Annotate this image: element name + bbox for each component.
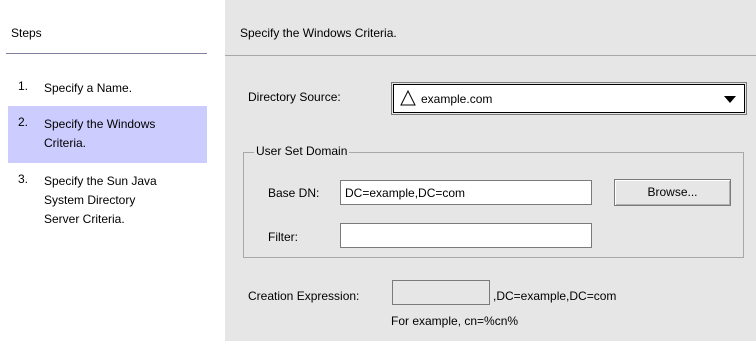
creation-expression-suffix: ,DC=example,DC=com [493, 289, 617, 303]
header-divider [225, 55, 756, 56]
creation-expression-example: For example, cn=%cn% [391, 314, 519, 328]
steps-title: Steps [11, 26, 42, 40]
directory-source-select[interactable]: example.com [391, 82, 747, 115]
steps-panel [0, 0, 214, 341]
step-label: Specify a Name. [44, 81, 133, 95]
step-number: 2. [18, 115, 29, 129]
browse-button[interactable]: Browse... [614, 179, 731, 206]
page-title: Specify the Windows Criteria. [240, 26, 397, 40]
steps-divider [6, 53, 207, 54]
directory-source-label: Directory Source: [248, 90, 341, 104]
base-dn-label: Base DN: [268, 186, 320, 200]
filter-input[interactable] [340, 223, 592, 248]
creation-expression-label: Creation Expression: [248, 289, 360, 303]
chevron-down-icon[interactable] [724, 96, 736, 103]
creation-expression-input[interactable] [392, 280, 490, 305]
directory-source-value: example.com [421, 92, 493, 106]
step-label: Specify the Sun Java System Directory Se… [44, 174, 157, 226]
user-set-domain-legend: User Set Domain [254, 144, 350, 158]
step-number: 3. [18, 172, 29, 186]
base-dn-input[interactable]: DC=example,DC=com [340, 180, 592, 205]
filter-label: Filter: [268, 230, 298, 244]
step-number: 1. [18, 79, 29, 93]
step-label: Specify the Windows Criteria. [44, 117, 156, 150]
triangle-icon [400, 90, 416, 106]
